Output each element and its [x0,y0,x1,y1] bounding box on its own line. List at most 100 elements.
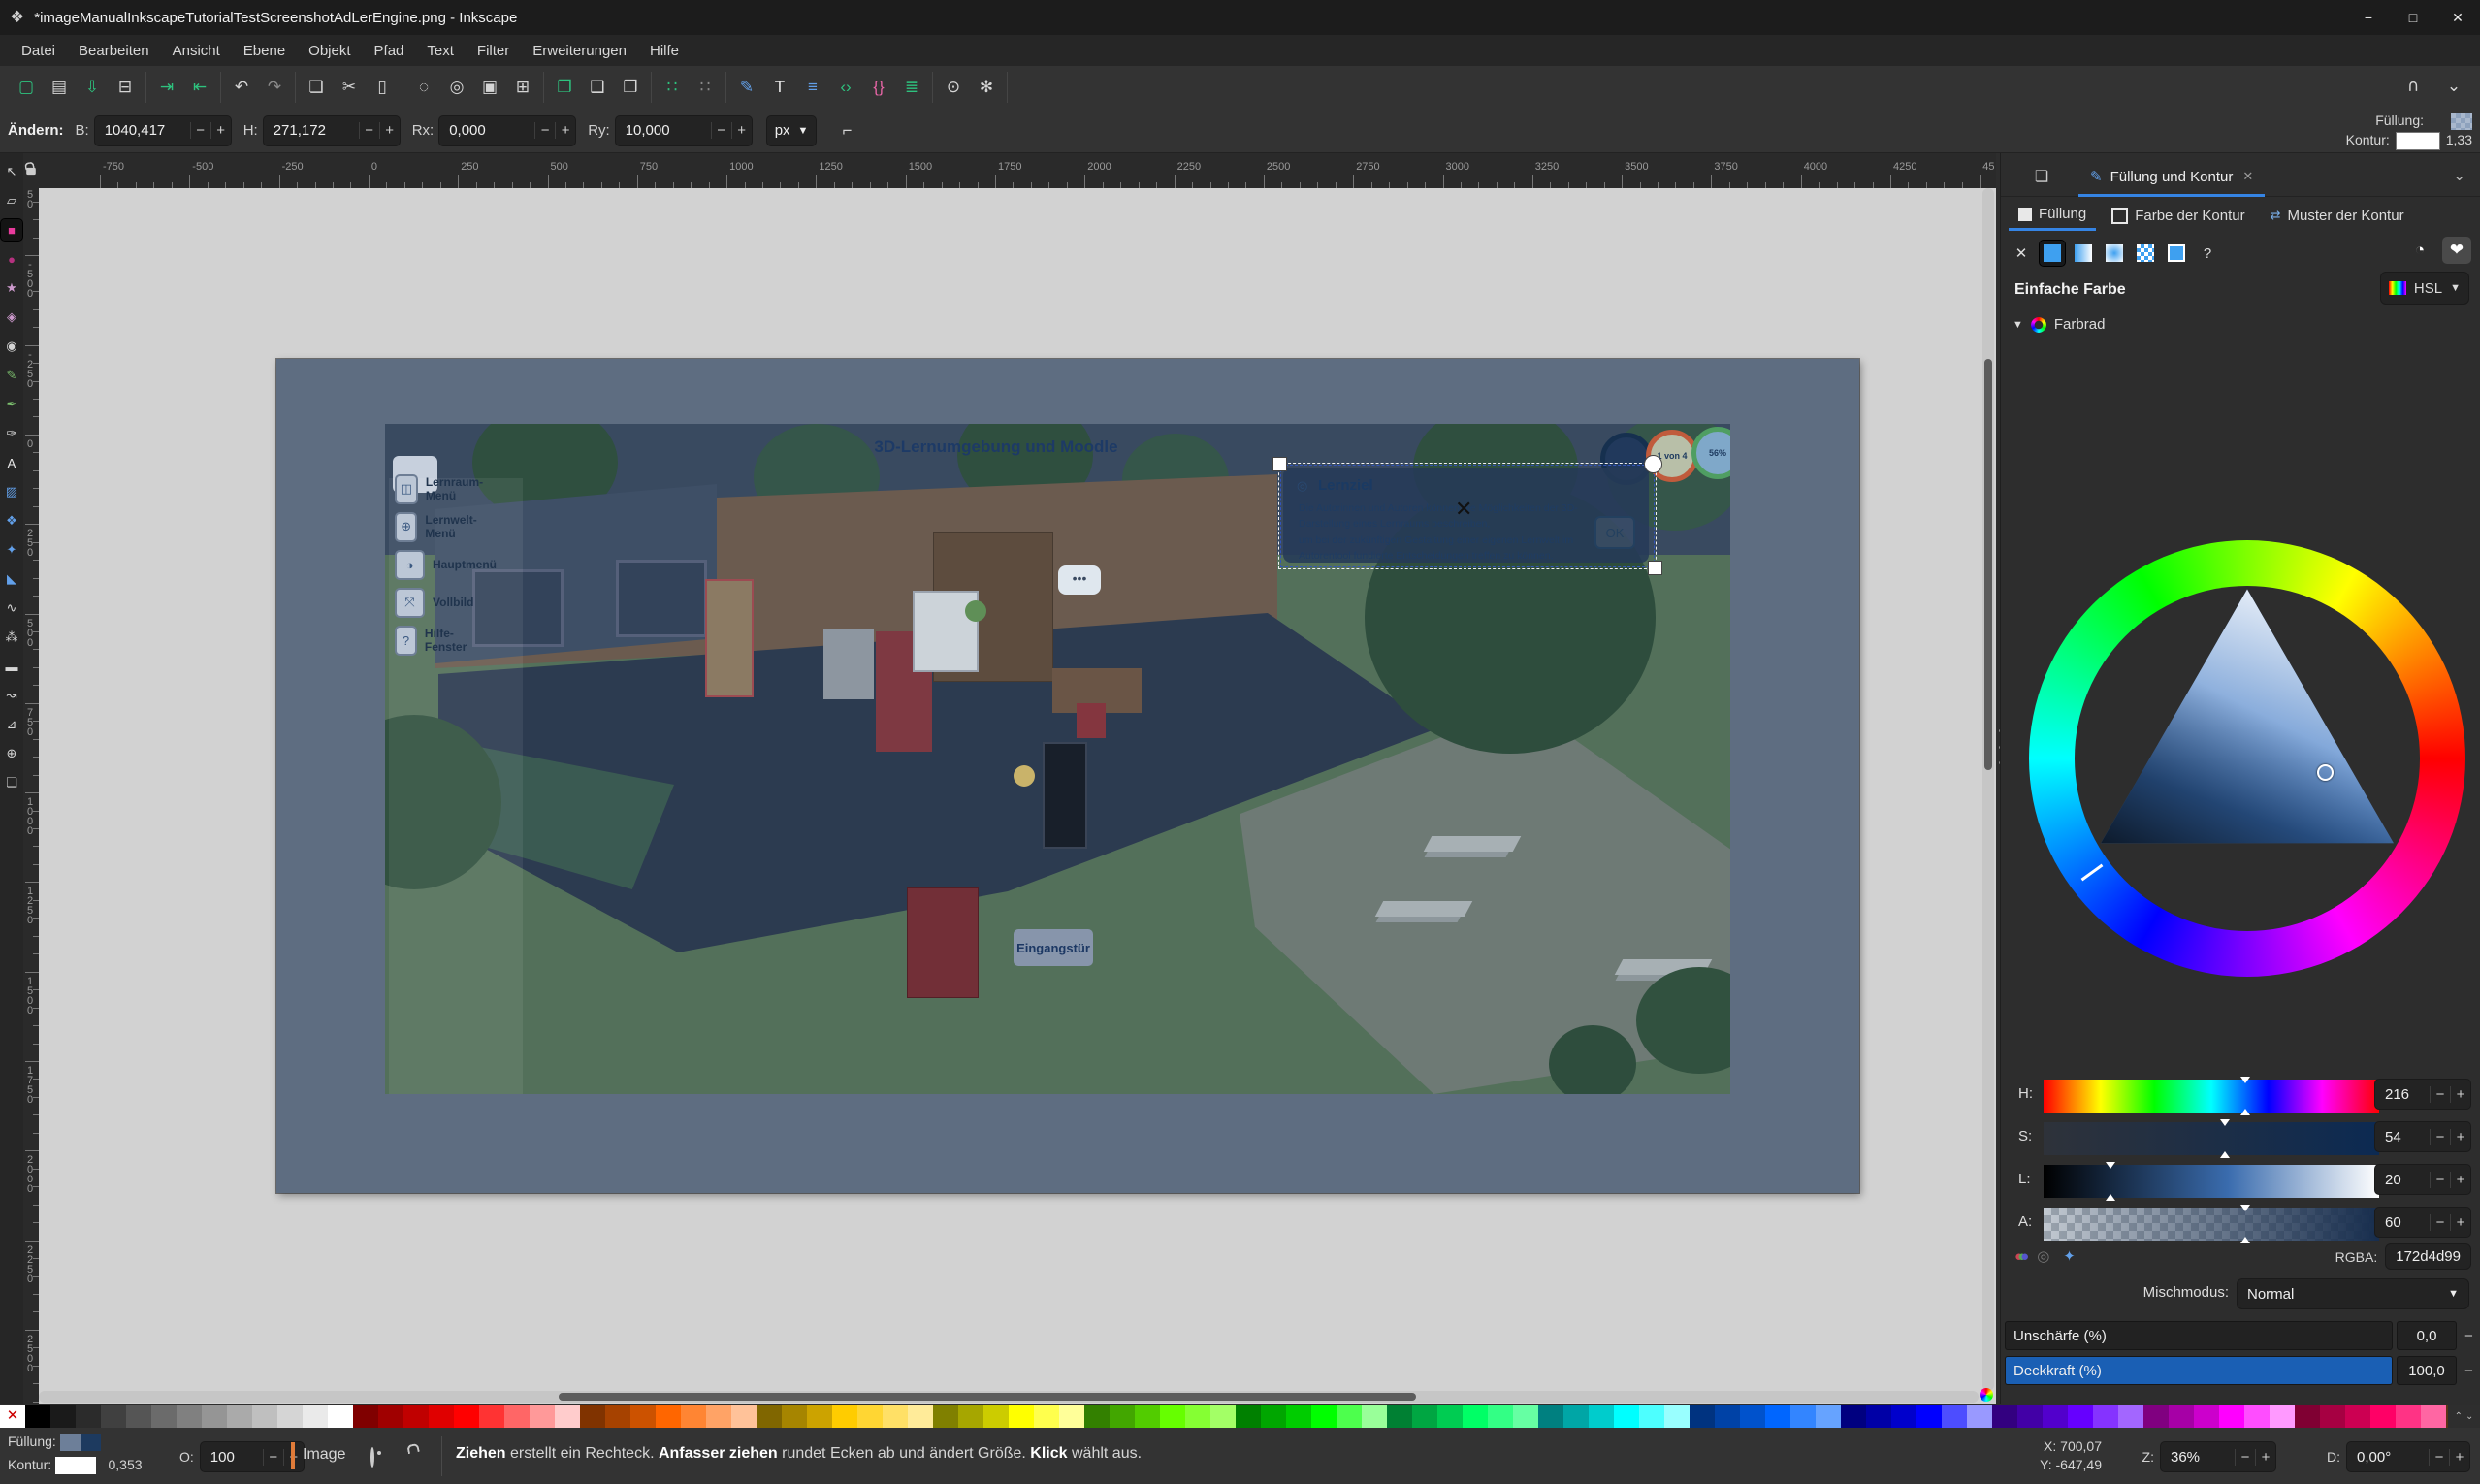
connector-tool[interactable]: ↝ [1,685,22,706]
palette-swatch[interactable] [25,1405,50,1428]
palette-swatch[interactable] [2295,1405,2320,1428]
align-dialog-icon[interactable]: ≣ [895,73,928,102]
selection-handle-top-left[interactable] [1272,457,1287,471]
selection-handle-bottom-right[interactable] [1648,561,1662,575]
subtab-farbe-der-kontur[interactable]: Farbe der Kontur [2102,200,2254,231]
blur-value[interactable]: 0,0 [2397,1321,2457,1350]
text-dialog-icon[interactable]: T [763,73,796,102]
palette-swatch[interactable] [1437,1405,1463,1428]
menu-filter[interactable]: Filter [466,39,521,63]
palette-swatch[interactable] [605,1405,630,1428]
spiral-tool[interactable]: ◉ [1,336,22,357]
slider-hue[interactable] [2044,1080,2379,1113]
palette-swatch[interactable] [1690,1405,1715,1428]
star-tool[interactable]: ★ [1,277,22,299]
palette-swatch[interactable] [1236,1405,1261,1428]
palette-swatch[interactable] [1488,1405,1513,1428]
gradient-tool[interactable]: ▨ [1,481,22,502]
unknown-icon[interactable]: ? [2195,241,2220,266]
xml-editor-icon[interactable]: ‹› [829,73,862,102]
palette-swatch[interactable] [2370,1405,2396,1428]
palette-swatch[interactable] [983,1405,1009,1428]
sharp-corners-icon[interactable]: ⌐ [830,116,863,145]
ellipse-tool[interactable]: ● [1,248,22,270]
slider-lig[interactable] [2044,1165,2379,1198]
field-rx-spinbox[interactable]: 0,000−+ [438,115,576,146]
blend-mode-dropdown[interactable]: Normal ▼ [2237,1278,2469,1309]
no-paint-icon[interactable]: ✕ [2009,241,2034,266]
palette-swatch[interactable] [2017,1405,2043,1428]
mesh-tool[interactable]: ❖ [1,510,22,532]
eraser-tool[interactable]: ▬ [1,656,22,677]
palette-swatch[interactable] [1160,1405,1185,1428]
canvas[interactable]: ••• ◫Lernraum-Menü⊕Lernwelt-Menü◑Hauptme… [39,188,1996,1404]
selector-tool[interactable]: ↖ [1,161,22,182]
layers-dialog-icon[interactable]: ≡ [796,73,829,102]
palette-swatch[interactable] [1009,1405,1034,1428]
rotation-spinbox[interactable]: 0,00°−+ [2346,1441,2470,1472]
palette-swatch[interactable] [1589,1405,1614,1428]
color-wheel[interactable] [2029,540,2465,977]
menu-pfad[interactable]: Pfad [363,39,416,63]
menu-erweiterungen[interactable]: Erweiterungen [521,39,638,63]
calligraphy-tool[interactable]: ✑ [1,423,22,444]
menu-ebene[interactable]: Ebene [232,39,297,63]
field-h-spinbox[interactable]: 271,172−+ [263,115,401,146]
palette-swatch[interactable] [1110,1405,1135,1428]
rgb-circles-icon[interactable]: ●●● [2014,1248,2023,1265]
subtab-muster-der-kontur[interactable]: ⇄Muster der Kontur [2261,200,2414,231]
palette-swatch[interactable] [328,1405,353,1428]
palette-swatch[interactable] [2169,1405,2194,1428]
zoom-page-icon[interactable]: ▣ [473,73,506,102]
rectangle-tool[interactable]: ■ [1,219,22,241]
cut-icon[interactable]: ✂ [333,73,366,102]
palette-swatch[interactable] [1059,1405,1084,1428]
opacity-spinbox[interactable]: 100−+ [200,1441,305,1472]
palette-swatch[interactable] [1967,1405,1992,1428]
palette-swatch[interactable] [2345,1405,2370,1428]
palette-swatch[interactable] [1185,1405,1210,1428]
export-tab-icon[interactable]: ❏ [2024,161,2059,192]
dock-chevron-icon[interactable]: ⌄ [2453,167,2465,184]
palette-swatch[interactable] [958,1405,983,1428]
flat-color-icon[interactable] [2040,241,2065,266]
palette-swatch[interactable] [681,1405,706,1428]
export-icon[interactable]: ⇤ [183,73,216,102]
palette-swatch[interactable] [76,1405,101,1428]
palette-swatch[interactable] [1790,1405,1816,1428]
palette-swatch[interactable] [1362,1405,1387,1428]
paste-icon[interactable]: ▯ [366,73,399,102]
palette-swatch[interactable] [1538,1405,1563,1428]
cms-circle-icon[interactable]: ◎ [2037,1247,2049,1265]
palette-swatch[interactable] [2143,1405,2169,1428]
slider-sat[interactable] [2044,1122,2379,1155]
palette-swatch[interactable] [857,1405,883,1428]
palette-scroll-controls[interactable]: ⌃⌄ [2448,1405,2480,1428]
tab-close-icon[interactable]: ✕ [2242,169,2253,184]
zoom-tool[interactable]: ⊕ [1,743,22,764]
dropper-tool[interactable]: ✦ [1,539,22,561]
palette-swatch[interactable] [1463,1405,1488,1428]
swatch-icon[interactable] [2164,241,2189,266]
select-all-icon[interactable]: ∷ [656,73,689,102]
new-document-icon[interactable]: ▢ [10,73,43,102]
redo-icon[interactable]: ↷ [258,73,291,102]
linear-gradient-icon[interactable] [2071,241,2096,266]
palette-swatch[interactable] [1740,1405,1765,1428]
palette-swatch[interactable] [202,1405,227,1428]
palette-swatch[interactable] [2270,1405,2295,1428]
palette-swatch[interactable] [1412,1405,1437,1428]
palette-swatch[interactable] [1034,1405,1059,1428]
undo-icon[interactable]: ↶ [225,73,258,102]
palette-swatch[interactable] [1992,1405,2017,1428]
tweak-tool[interactable]: ∿ [1,597,22,619]
paintbucket-tool[interactable]: ◣ [1,568,22,590]
menu-objekt[interactable]: Objekt [297,39,362,63]
palette-swatch[interactable] [1891,1405,1916,1428]
palette-swatch[interactable] [50,1405,76,1428]
slider-alp[interactable] [2044,1208,2379,1241]
palette-swatch[interactable] [630,1405,656,1428]
palette-swatch[interactable] [1614,1405,1639,1428]
opacity-spin-buttons[interactable]: −+ [2461,1356,2480,1385]
status-stroke-swatch[interactable] [55,1457,96,1474]
